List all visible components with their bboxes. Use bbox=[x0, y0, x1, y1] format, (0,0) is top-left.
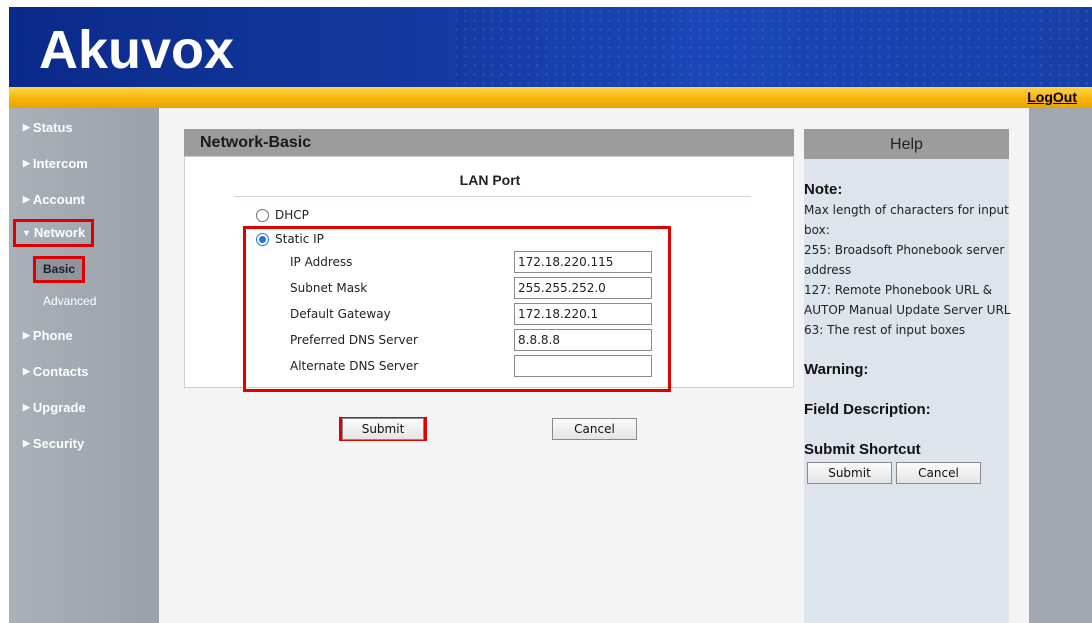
sidebar-subitem-advanced[interactable]: Advanced bbox=[43, 294, 96, 308]
page-title: Network-Basic bbox=[184, 129, 794, 156]
note-line: 127: Remote Phonebook URL & bbox=[804, 283, 993, 297]
arrow-right-icon: ▶ bbox=[23, 438, 30, 448]
arrow-right-icon: ▶ bbox=[23, 122, 30, 132]
sidebar-item-upgrade[interactable]: ▶ Upgrade bbox=[23, 400, 86, 415]
dhcp-radio[interactable] bbox=[256, 208, 269, 222]
field-description-heading: Field Description: bbox=[804, 401, 931, 418]
note-heading: Note: bbox=[804, 181, 843, 198]
note-line: Max length of characters for input bbox=[804, 203, 1009, 217]
preferred-dns-label: Preferred DNS Server bbox=[290, 333, 418, 347]
top-bar: LogOut bbox=[9, 87, 1092, 108]
submit-shortcut-heading: Submit Shortcut bbox=[804, 441, 921, 458]
sidebar-item-label: Network bbox=[33, 225, 86, 240]
help-title: Help bbox=[804, 129, 1009, 159]
logout-link[interactable]: LogOut bbox=[1027, 89, 1077, 105]
section-title: LAN Port bbox=[459, 172, 521, 188]
note-line: 63: The rest of input boxes bbox=[804, 323, 966, 337]
sidebar-item-contacts[interactable]: ▶ Contacts bbox=[23, 364, 89, 379]
note-line: AUTOP Manual Update Server URL bbox=[804, 303, 1011, 317]
ip-address-input[interactable]: 172.18.220.115 bbox=[514, 251, 652, 273]
sidebar-item-account[interactable]: ▶ Account bbox=[23, 192, 85, 207]
sidebar-item-label: Contacts bbox=[32, 364, 89, 379]
sidebar-item-label: Account bbox=[32, 192, 85, 207]
note-line: address bbox=[804, 263, 852, 277]
header-pattern bbox=[452, 7, 1092, 87]
dhcp-option[interactable]: DHCP bbox=[256, 208, 309, 222]
subnet-mask-label: Subnet Mask bbox=[290, 281, 368, 295]
sidebar-item-intercom[interactable]: ▶ Intercom bbox=[23, 156, 88, 171]
arrow-right-icon: ▶ bbox=[23, 330, 30, 340]
sidebar-item-label: Status bbox=[32, 120, 73, 135]
arrow-right-icon: ▶ bbox=[23, 158, 30, 168]
sidebar-item-status[interactable]: ▶ Status bbox=[23, 120, 73, 135]
sidebar-item-label: Upgrade bbox=[32, 400, 86, 415]
right-margin bbox=[1029, 108, 1092, 623]
divider bbox=[234, 196, 751, 197]
sidebar-item-phone[interactable]: ▶ Phone bbox=[23, 328, 73, 343]
sidebar-item-label: Security bbox=[32, 436, 85, 451]
sidebar-subitem-basic[interactable]: Basic bbox=[33, 256, 86, 283]
arrow-right-icon: ▶ bbox=[23, 402, 30, 412]
sidebar-item-security[interactable]: ▶ Security bbox=[23, 436, 84, 451]
akuvox-logo: Akuvox bbox=[39, 20, 235, 80]
warning-heading: Warning: bbox=[804, 361, 869, 378]
shortcut-submit-button[interactable]: Submit bbox=[807, 462, 892, 484]
subnet-mask-input[interactable]: 255.255.252.0 bbox=[514, 277, 652, 299]
cancel-button[interactable]: Cancel bbox=[552, 418, 637, 440]
note-line: box: bbox=[804, 223, 830, 237]
sidebar-item-label: Phone bbox=[32, 328, 73, 343]
default-gateway-label: Default Gateway bbox=[290, 307, 391, 321]
sidebar-item-label: Intercom bbox=[32, 156, 88, 171]
submit-button[interactable]: Submit bbox=[342, 418, 424, 440]
alternate-dns-label: Alternate DNS Server bbox=[290, 359, 419, 373]
note-line: 255: Broadsoft Phonebook server bbox=[804, 243, 1005, 257]
arrow-right-icon: ▶ bbox=[23, 194, 30, 204]
sidebar-item-network[interactable]: ▼ Network bbox=[13, 219, 95, 247]
dhcp-label: DHCP bbox=[275, 208, 309, 222]
header-banner: Akuvox bbox=[9, 7, 1092, 87]
sidebar: ▶ Status ▶ Intercom ▶ Account ▼ Network … bbox=[9, 108, 159, 623]
arrow-right-icon: ▶ bbox=[23, 366, 30, 376]
arrow-down-icon: ▼ bbox=[22, 227, 31, 238]
preferred-dns-input[interactable]: 8.8.8.8 bbox=[514, 329, 652, 351]
ip-address-label: IP Address bbox=[290, 255, 353, 269]
shortcut-cancel-button[interactable]: Cancel bbox=[896, 462, 981, 484]
default-gateway-input[interactable]: 172.18.220.1 bbox=[514, 303, 652, 325]
alternate-dns-input[interactable] bbox=[514, 355, 652, 377]
